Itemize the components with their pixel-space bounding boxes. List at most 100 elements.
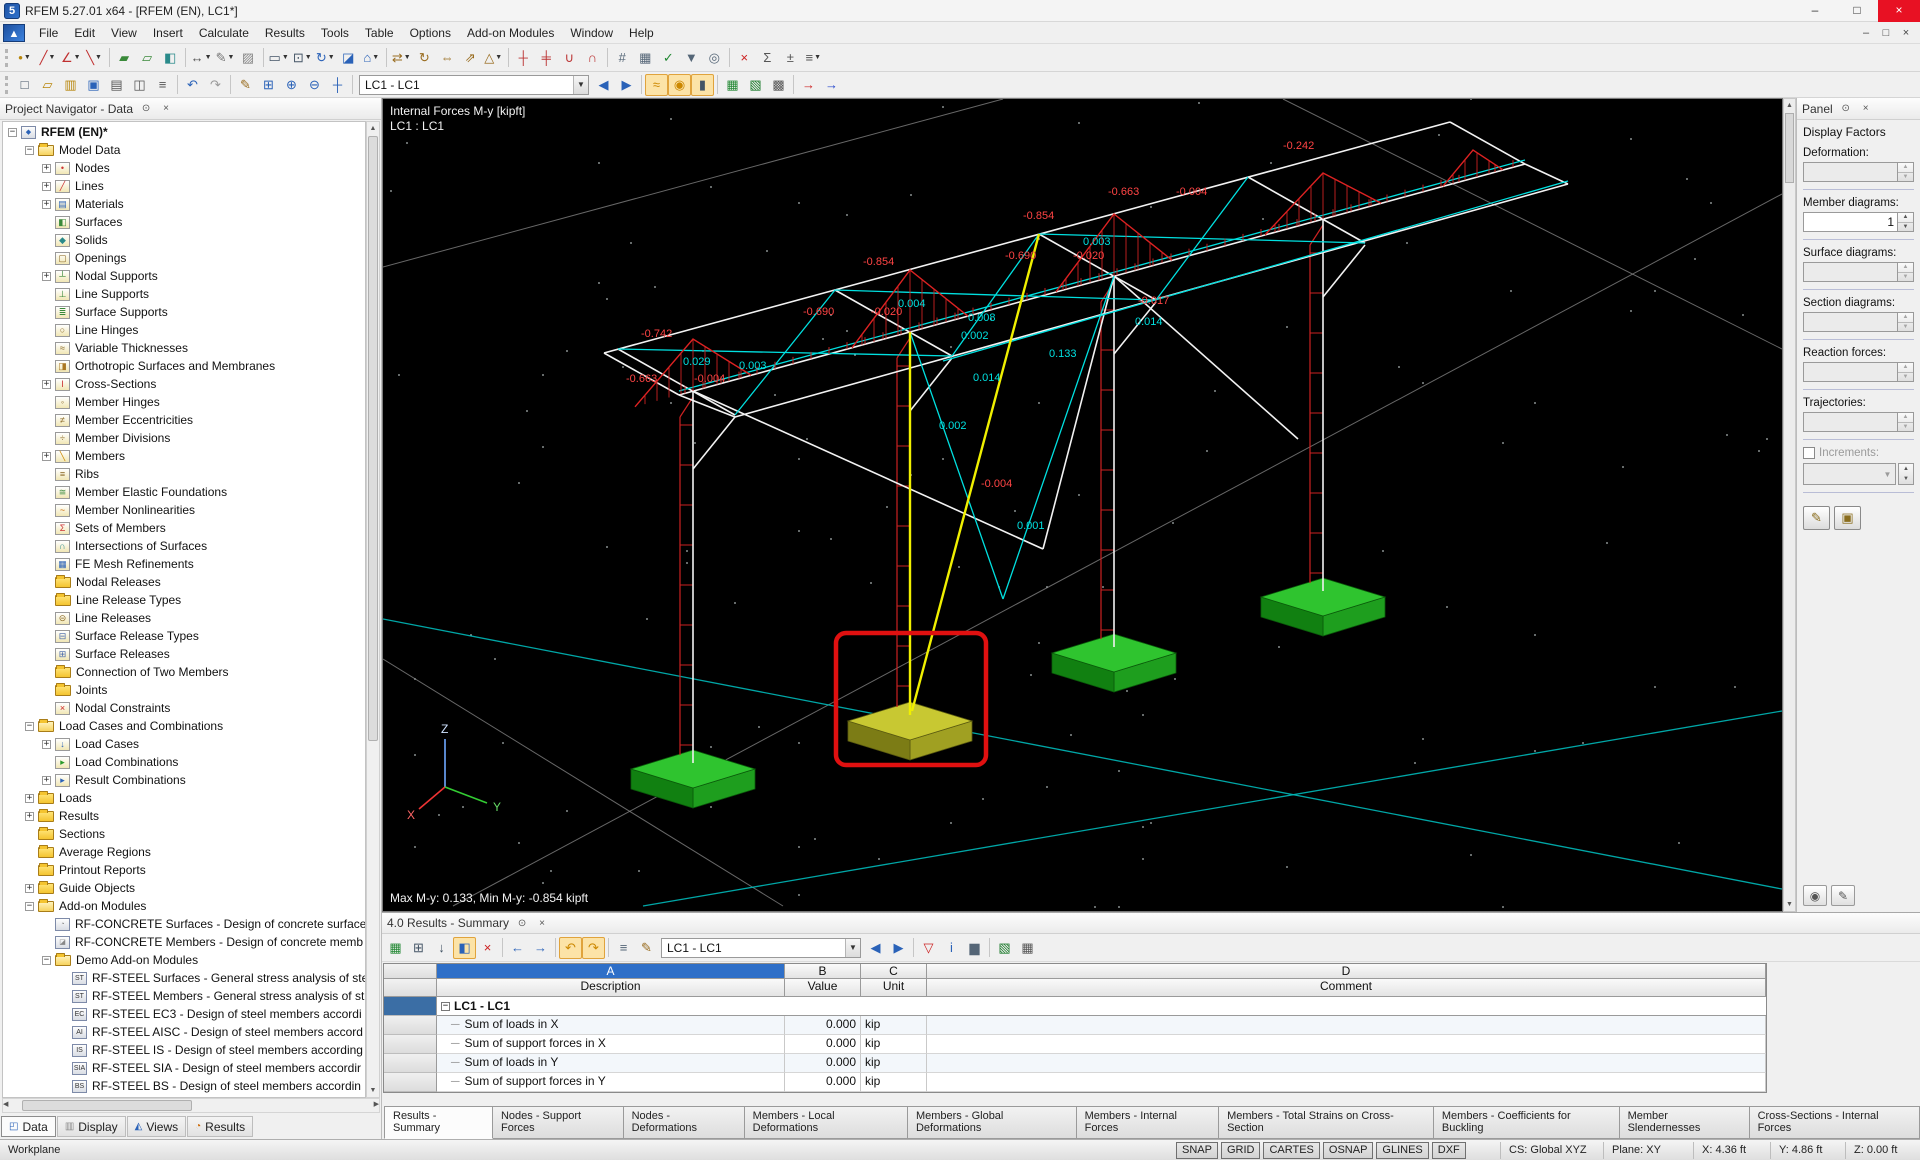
rotate-view-icon[interactable]: ↻▼: [314, 47, 337, 69]
column-left-icon[interactable]: ←: [506, 937, 529, 959]
group-row-cell[interactable]: −LC1 - LC1: [437, 997, 1766, 1016]
collapse-icon[interactable]: −: [25, 146, 34, 155]
toggle-snap[interactable]: SNAP: [1176, 1142, 1218, 1159]
scroll-down-icon[interactable]: ▼: [370, 1084, 377, 1097]
tree-item[interactable]: ×Nodal Constraints: [3, 699, 365, 717]
tree-item[interactable]: ◪RF-CONCRETE Members - Design of concret…: [3, 933, 365, 951]
tree-item[interactable]: −Add-on Modules: [3, 897, 365, 915]
tree-item[interactable]: ≣Surface Supports: [3, 303, 365, 321]
tree-item[interactable]: ⊞Surface Releases: [3, 645, 365, 663]
insert-line-type-icon[interactable]: ∠▼: [59, 47, 83, 69]
undo-icon[interactable]: ↶: [181, 74, 204, 96]
row-mode-icon[interactable]: ≡: [612, 937, 635, 959]
panel-toggle-icon[interactable]: ▮: [691, 74, 714, 96]
scroll-up-icon[interactable]: ▲: [370, 122, 377, 135]
scroll-right-icon[interactable]: ▶: [374, 1099, 379, 1112]
guide-object-icon[interactable]: ▨: [237, 47, 260, 69]
restore-button[interactable]: □: [1836, 0, 1878, 22]
zoom-out-icon[interactable]: ⊖: [303, 74, 326, 96]
expand-icon[interactable]: +: [42, 272, 51, 281]
panel-close-icon[interactable]: ×: [1859, 103, 1873, 114]
tree-item[interactable]: ≈Variable Thicknesses: [3, 339, 365, 357]
mdi-restore-button[interactable]: □: [1876, 26, 1896, 40]
view-options-icon[interactable]: ◎: [703, 47, 726, 69]
recalculate-icon[interactable]: Σ: [756, 47, 779, 69]
menu-view[interactable]: View: [103, 24, 145, 42]
tree-item[interactable]: −Load Cases and Combinations: [3, 717, 365, 735]
tree-item[interactable]: ISRF-STEEL IS - Design of steel members …: [3, 1041, 365, 1059]
units-icon[interactable]: ±: [779, 47, 802, 69]
cell-unit[interactable]: kip: [861, 1016, 927, 1035]
toolbar-drag-handle[interactable]: [5, 49, 10, 67]
results-tab-members-coefficients-for-buckling[interactable]: Members - Coefficients for Buckling: [1434, 1106, 1620, 1139]
expand-icon[interactable]: +: [42, 776, 51, 785]
cell-unit[interactable]: kip: [861, 1073, 927, 1092]
table-row[interactable]: ─Sum of loads in X0.000kip: [384, 1016, 1766, 1035]
mdi-minimize-button[interactable]: –: [1856, 26, 1876, 40]
new-table-icon[interactable]: ▦: [721, 74, 744, 96]
previous-load-case-icon[interactable]: ◀: [592, 74, 615, 96]
tree-item[interactable]: ○Line Hinges: [3, 321, 365, 339]
redo-icon[interactable]: ↷: [204, 74, 227, 96]
filter-results-icon[interactable]: ▽: [917, 937, 940, 959]
edit-mode-button[interactable]: ✎: [1831, 885, 1855, 906]
scrollbar-thumb[interactable]: [22, 1100, 191, 1111]
column-right-icon[interactable]: →: [529, 937, 552, 959]
sync-selection-back-icon[interactable]: ↶: [559, 937, 582, 959]
print-icon[interactable]: ▤: [105, 74, 128, 96]
tree-item[interactable]: Line Release Types: [3, 591, 365, 609]
tree-item[interactable]: +Loads: [3, 789, 365, 807]
results-load-case-selector[interactable]: LC1 - LC1▼: [661, 938, 861, 958]
mirror-icon[interactable]: ⇔: [436, 47, 459, 69]
edit-display-factors-button[interactable]: ✎: [1803, 506, 1830, 530]
toggle-osnap[interactable]: OSNAP: [1323, 1142, 1374, 1159]
settings-icon[interactable]: ≡▼: [802, 47, 825, 69]
table-fill-down-icon[interactable]: ↓: [430, 937, 453, 959]
insert-node-icon[interactable]: •▼: [13, 47, 36, 69]
sync-selection-forward-icon[interactable]: ↷: [582, 937, 605, 959]
scroll-up-icon[interactable]: ▲: [1786, 99, 1793, 112]
viewport-scrollbar[interactable]: ▲ ▼: [1783, 98, 1796, 912]
toggle-dxf[interactable]: DXF: [1432, 1142, 1466, 1159]
tree-item[interactable]: ▦FE Mesh Refinements: [3, 555, 365, 573]
tree-item[interactable]: Printout Reports: [3, 861, 365, 879]
toggle-glines[interactable]: GLINES: [1376, 1142, 1428, 1159]
row-header[interactable]: [384, 1073, 437, 1092]
collapse-icon[interactable]: −: [441, 1002, 450, 1011]
select-special-icon[interactable]: ⊡▼: [291, 47, 314, 69]
previous-view-icon[interactable]: ⌂▼: [360, 47, 383, 69]
isometric-view-icon[interactable]: ◪: [337, 47, 360, 69]
menu-help[interactable]: Help: [621, 24, 662, 42]
edit-cell-icon[interactable]: ✎: [635, 937, 658, 959]
menu-insert[interactable]: Insert: [145, 24, 191, 42]
tree-item[interactable]: +Guide Objects: [3, 879, 365, 897]
show-result-values-icon[interactable]: ◉: [668, 74, 691, 96]
row-header[interactable]: [384, 1016, 437, 1035]
tree-item[interactable]: ◔RF-CONCRETE Surfaces - Design of concre…: [3, 915, 365, 933]
results-close-icon[interactable]: ×: [535, 918, 549, 929]
tree-item[interactable]: BSRF-STEEL BS - Design of steel members …: [3, 1077, 365, 1095]
tree-item[interactable]: ◧Surfaces: [3, 213, 365, 231]
tree-item[interactable]: ◆Solids: [3, 231, 365, 249]
expand-icon[interactable]: +: [42, 200, 51, 209]
scrollbar-thumb[interactable]: [368, 136, 378, 741]
tree-item[interactable]: ≡Ribs: [3, 465, 365, 483]
table-group-row[interactable]: −LC1 - LC1: [384, 997, 1766, 1016]
block-move-red-icon[interactable]: →: [797, 74, 820, 96]
spinner-arrows[interactable]: ▲▼: [1897, 163, 1913, 181]
scale-icon[interactable]: △▼: [482, 47, 505, 69]
intersect-icon[interactable]: ∩: [581, 47, 604, 69]
menu-window[interactable]: Window: [562, 24, 621, 42]
tree-item[interactable]: +▸Result Combinations: [3, 771, 365, 789]
row-header[interactable]: [384, 1054, 437, 1073]
insert-solid-icon[interactable]: ◧: [159, 47, 182, 69]
cell-description[interactable]: ─Sum of loads in X: [437, 1016, 785, 1035]
tree-item[interactable]: ⊝Line Releases: [3, 609, 365, 627]
menu-add-on-modules[interactable]: Add-on Modules: [459, 24, 562, 42]
dimension-icon[interactable]: ↔▼: [189, 47, 214, 69]
close-button[interactable]: ×: [1878, 0, 1920, 22]
tree-item[interactable]: Connection of Two Members: [3, 663, 365, 681]
select-icon[interactable]: ▭▼: [267, 47, 291, 69]
spinner-arrows[interactable]: ▲▼: [1897, 213, 1913, 231]
check-model-icon[interactable]: ✓: [657, 47, 680, 69]
